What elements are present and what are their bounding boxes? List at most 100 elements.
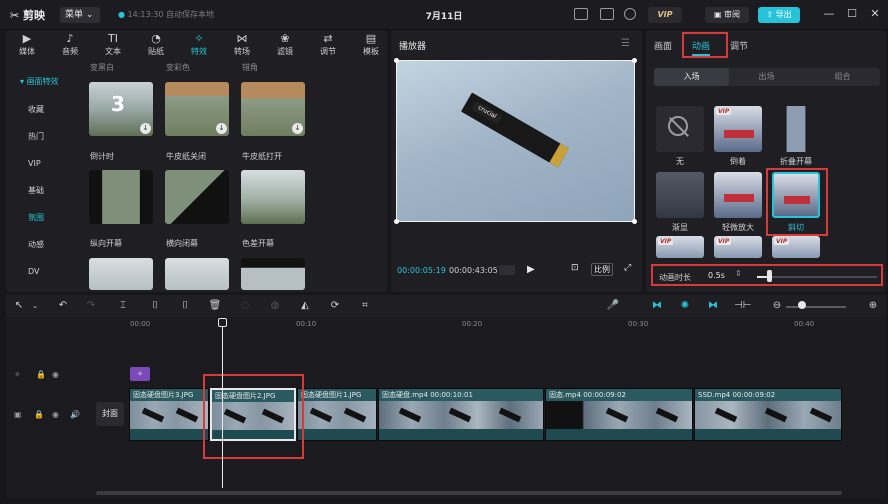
delete-icon[interactable]: 🗑 <box>208 299 222 313</box>
reverse-icon[interactable]: ◍ <box>268 299 282 313</box>
effect-thumb-kraft-open[interactable]: ↓ <box>241 82 305 136</box>
category-dynamic[interactable]: 动感 <box>6 234 86 256</box>
snap-icon[interactable]: ✺ <box>678 299 692 313</box>
video-clip[interactable]: 固态硬盘图片3.JPG <box>129 388 209 441</box>
split-icon[interactable]: ⌶ <box>116 299 130 313</box>
zoom-out-icon[interactable]: ⊖ <box>770 299 784 313</box>
chevron-down-icon[interactable]: ⌄ <box>28 299 42 313</box>
tab-adjust[interactable]: ⇄ 调节 <box>313 32 343 60</box>
tab-effects[interactable]: ✧ 特效 <box>184 32 214 60</box>
lock-icon[interactable]: 🔒 <box>34 410 44 419</box>
tab-sticker[interactable]: ◔ 贴纸 <box>141 32 171 60</box>
animation-fold-open[interactable] <box>772 106 820 152</box>
tab-template[interactable]: ▤ 模板 <box>356 32 386 60</box>
playhead-handle[interactable] <box>218 318 227 327</box>
resize-handle[interactable] <box>394 219 399 224</box>
effect-thumb-horizontal-close[interactable] <box>165 170 229 224</box>
preview-frame[interactable]: crucial <box>394 58 637 224</box>
zoom-fit-icon[interactable]: ⊕ <box>866 299 880 313</box>
rotate-icon[interactable]: ⟳ <box>328 299 342 313</box>
duration-stepper-icon[interactable]: ⇕ <box>735 269 742 278</box>
subtab-out[interactable]: 出场 <box>729 68 804 86</box>
tab-audio[interactable]: ♪ 音频 <box>55 32 85 60</box>
link-icon[interactable]: ⧓ <box>650 299 664 313</box>
animation-thumb[interactable]: VIP <box>714 236 762 258</box>
undo-icon[interactable]: ↶ <box>56 299 70 313</box>
zoom-slider-track[interactable] <box>786 306 846 308</box>
fit-icon[interactable]: ⊡ <box>571 263 579 273</box>
effect-clip[interactable]: ✧ <box>130 367 150 381</box>
timeline-scrollbar[interactable] <box>96 491 842 495</box>
resize-handle[interactable] <box>632 58 637 63</box>
effect-thumb[interactable] <box>89 258 153 290</box>
category-screen-effects[interactable]: ▾ 画面特效 <box>6 71 86 93</box>
category-hot[interactable]: 热门 <box>6 126 86 148</box>
minimize-button[interactable]: — <box>822 7 836 21</box>
split-right-icon[interactable]: ⌷ <box>178 299 192 313</box>
tab-transition[interactable]: ⋈ 转场 <box>227 32 257 60</box>
tab-text[interactable]: TI 文本 <box>98 32 128 60</box>
export-button[interactable]: ⇪ 导出 <box>758 7 800 23</box>
category-atmosphere[interactable]: 氛围 <box>6 207 86 229</box>
fullscreen-icon[interactable]: ⤢ <box>624 263 631 273</box>
category-favorites[interactable]: 收藏 <box>6 99 86 121</box>
video-clip[interactable]: 固态.mp4 00:00:09:02 <box>545 388 693 441</box>
player-menu-icon[interactable]: ☰ <box>621 38 630 49</box>
playhead[interactable] <box>222 318 223 488</box>
subtab-in[interactable]: 入场 <box>654 68 729 86</box>
redo-icon[interactable]: ↷ <box>84 299 98 313</box>
eye-icon[interactable]: ◉ <box>52 410 59 419</box>
animation-thumb[interactable]: VIP <box>656 236 704 258</box>
crop-icon[interactable]: ⌗ <box>358 299 372 313</box>
keyboard-icon[interactable] <box>574 8 588 20</box>
tab-animation[interactable]: 动画 <box>692 39 710 52</box>
tab-adjust[interactable]: 调节 <box>730 39 748 52</box>
resize-handle[interactable] <box>632 219 637 224</box>
lock-icon[interactable]: 🔒 <box>36 370 46 379</box>
resize-handle[interactable] <box>394 58 399 63</box>
settings-icon[interactable] <box>624 8 636 20</box>
duration-slider-track[interactable] <box>757 276 877 278</box>
tab-media[interactable]: ▶ 媒体 <box>12 32 42 60</box>
tab-filter[interactable]: ❀ 滤镜 <box>270 32 300 60</box>
eye-icon[interactable]: ◉ <box>52 370 59 379</box>
effect-thumb-kraft-close[interactable]: ↓ <box>165 82 229 136</box>
review-button[interactable]: ▣ 审阅 <box>705 7 749 23</box>
zoom-slider-handle[interactable] <box>798 301 806 309</box>
animation-reverse[interactable]: VIP <box>714 106 762 152</box>
duration-slider-handle[interactable] <box>767 270 772 282</box>
video-clip[interactable]: 固态硬盘图片1.JPG <box>297 388 377 441</box>
download-icon[interactable]: ↓ <box>292 123 303 134</box>
close-button[interactable]: ✕ <box>868 7 882 21</box>
effect-thumb[interactable] <box>241 258 305 290</box>
ratio-button[interactable]: 比例 <box>591 263 613 276</box>
animation-fade-in[interactable] <box>656 172 704 218</box>
cover-button[interactable]: 封面 <box>96 402 124 426</box>
select-tool-icon[interactable]: ↖ <box>12 299 26 313</box>
category-basic[interactable]: 基础 <box>6 180 86 202</box>
microphone-icon[interactable]: 🎤 <box>606 299 620 313</box>
duration-value[interactable]: 0.5s <box>708 271 725 280</box>
effect-thumb-vertical-open[interactable] <box>89 170 153 224</box>
play-button[interactable]: ▶ <box>527 264 535 275</box>
layout-icon[interactable] <box>600 8 614 20</box>
animation-zoom-in[interactable] <box>714 172 762 218</box>
volume-icon[interactable]: 🔊 <box>70 410 80 419</box>
vip-button[interactable]: VIP <box>648 7 682 23</box>
effect-thumb-countdown[interactable]: 3 ↓ <box>89 82 153 136</box>
effect-thumb[interactable] <box>165 258 229 290</box>
animation-none[interactable] <box>656 106 704 152</box>
animation-diagonal-cut[interactable] <box>772 172 820 218</box>
video-clip[interactable]: SSD.mp4 00:00:09:02 <box>694 388 842 441</box>
effect-thumb-chromatic-open[interactable] <box>241 170 305 224</box>
split-left-icon[interactable]: ⌷ <box>148 299 162 313</box>
mirror-icon[interactable]: ◭ <box>298 299 312 313</box>
category-vip[interactable]: VIP <box>6 153 86 175</box>
freeze-icon[interactable]: ◌ <box>238 299 252 313</box>
download-icon[interactable]: ↓ <box>140 123 151 134</box>
preview-axis-icon[interactable]: ⊣⊢ <box>734 299 751 313</box>
download-icon[interactable]: ↓ <box>216 123 227 134</box>
linkage-icon[interactable]: ⧓ <box>706 299 720 313</box>
animation-thumb[interactable]: VIP <box>772 236 820 258</box>
maximize-button[interactable]: ☐ <box>845 7 859 21</box>
